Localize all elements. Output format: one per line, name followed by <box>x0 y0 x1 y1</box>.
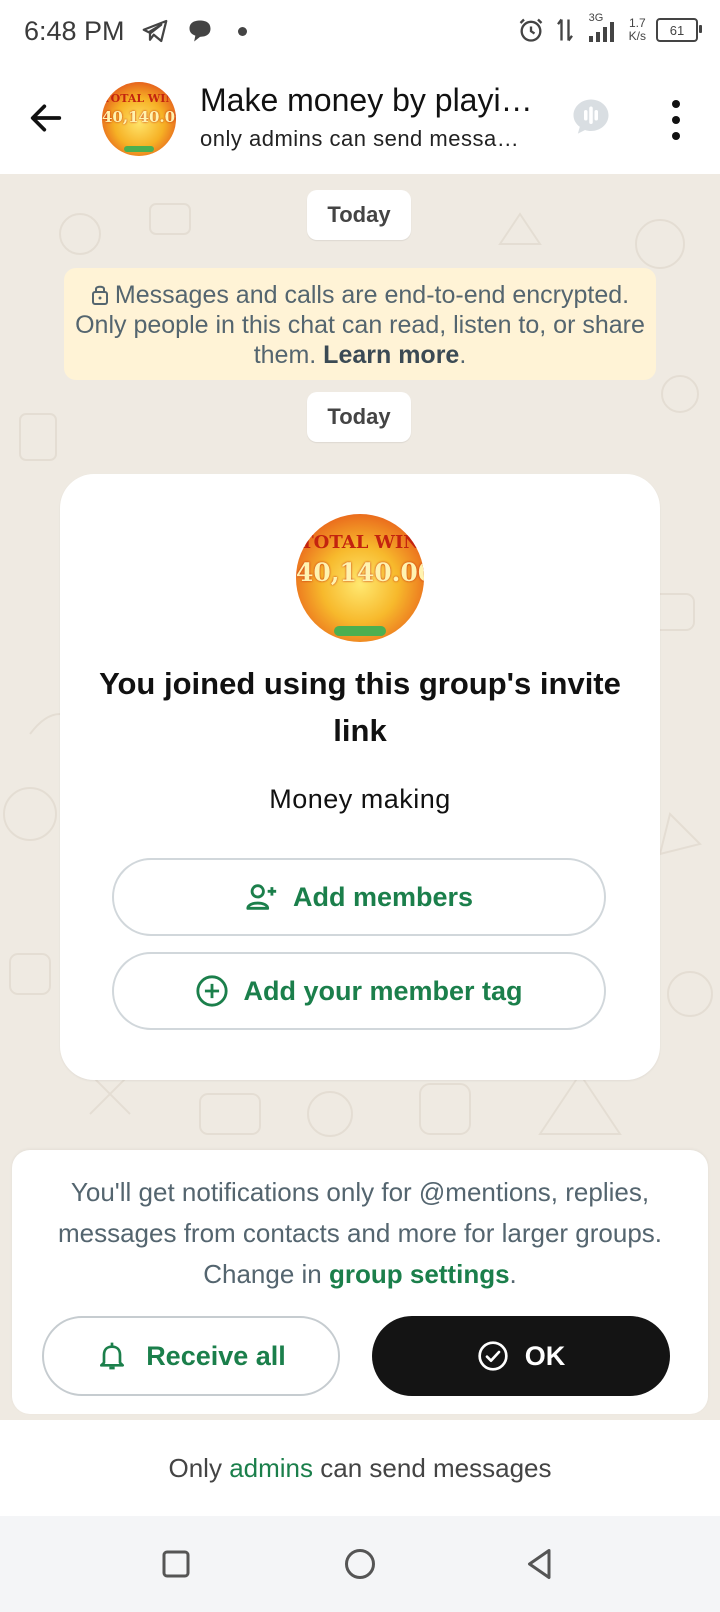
back-arrow-icon[interactable] <box>26 98 66 138</box>
encryption-tail: . <box>459 341 467 369</box>
footer-suffix: can send messages <box>320 1453 552 1483</box>
telegram-icon <box>142 19 168 43</box>
network-speed: 1.7 K/s <box>629 17 646 43</box>
avatar-text-top: TOTAL WIN <box>300 532 420 553</box>
ok-button[interactable]: OK <box>372 1316 670 1396</box>
home-circle-icon[interactable] <box>342 1546 378 1582</box>
chat-bubble-icon <box>189 20 211 42</box>
group-avatar[interactable]: TOTAL WIN 40,140.00 <box>102 82 176 156</box>
group-name: Money making <box>269 784 451 814</box>
footer-prefix: Only <box>168 1453 222 1483</box>
date-pill: Today <box>307 392 411 442</box>
notification-tail: . <box>509 1259 517 1289</box>
member-tag-label: Add your member tag <box>243 975 523 1006</box>
avatar-bar <box>124 146 154 152</box>
add-members-button[interactable]: Add members <box>112 858 606 936</box>
add-member-tag-button[interactable]: Add your member tag <box>112 952 606 1030</box>
avatar-text-amount: 40,140.00 <box>296 558 424 587</box>
recents-square-icon[interactable] <box>158 1546 194 1582</box>
receive-all-label: Receive all <box>146 1340 286 1371</box>
notification-sheet: You'll get notifications only for @menti… <box>12 1150 708 1414</box>
admins-only-footer: Only admins can send messages <box>0 1420 720 1516</box>
back-triangle-icon[interactable] <box>522 1546 558 1582</box>
avatar-text-amount: 40,140.00 <box>102 108 176 126</box>
encryption-notice[interactable]: Messages and calls are end-to-end encryp… <box>64 268 656 380</box>
dot-icon <box>238 26 247 36</box>
system-nav-bar <box>0 1516 720 1612</box>
group-subtitle[interactable]: only admins can send messa… <box>200 126 519 152</box>
notification-text: You'll get notifications only for @menti… <box>40 1172 680 1295</box>
lock-icon <box>91 285 108 305</box>
status-bar: 6:48 PM 3G 1.7 K/s 61 <box>0 0 720 66</box>
learn-more-link[interactable]: Learn more <box>323 341 459 369</box>
add-person-icon <box>246 884 277 910</box>
alarm-icon <box>519 18 542 42</box>
receive-all-button[interactable]: Receive all <box>42 1316 340 1396</box>
status-system-icons: 3G 1.7 K/s 61 <box>517 12 702 44</box>
add-members-label: Add members <box>292 881 474 912</box>
status-time: 6:48 PM <box>24 16 125 46</box>
speed-unit: K/s <box>628 29 646 43</box>
invite-card: TOTAL WIN 40,140.00 You joined using thi… <box>60 474 660 1080</box>
admins-link[interactable]: admins <box>229 1453 313 1483</box>
avatar-text-top: TOTAL WIN <box>102 92 176 105</box>
group-call-icon[interactable] <box>570 96 612 138</box>
group-avatar-large[interactable]: TOTAL WIN 40,140.00 <box>296 514 424 642</box>
battery-icon: 61 <box>656 18 702 42</box>
date-pill: Today <box>307 190 411 240</box>
status-notification-icons <box>140 16 247 46</box>
ok-label: OK <box>524 1340 566 1371</box>
data-arrows-icon <box>556 18 573 42</box>
bell-icon <box>100 1342 125 1370</box>
network-type: 3G <box>588 12 604 24</box>
group-title[interactable]: Make money by playi… <box>200 82 533 119</box>
chat-header: TOTAL WIN 40,140.00 Make money by playi…… <box>0 66 720 174</box>
avatar-bar <box>334 626 386 636</box>
signal-icon: 3G <box>585 12 619 44</box>
group-settings-link[interactable]: group settings <box>329 1259 510 1289</box>
more-vert-icon[interactable] <box>664 100 688 140</box>
add-circle-icon <box>196 975 229 1007</box>
battery-level: 61 <box>669 22 685 38</box>
check-circle-icon <box>478 1341 508 1371</box>
invite-title: You joined using this group's invite lin… <box>99 666 621 748</box>
